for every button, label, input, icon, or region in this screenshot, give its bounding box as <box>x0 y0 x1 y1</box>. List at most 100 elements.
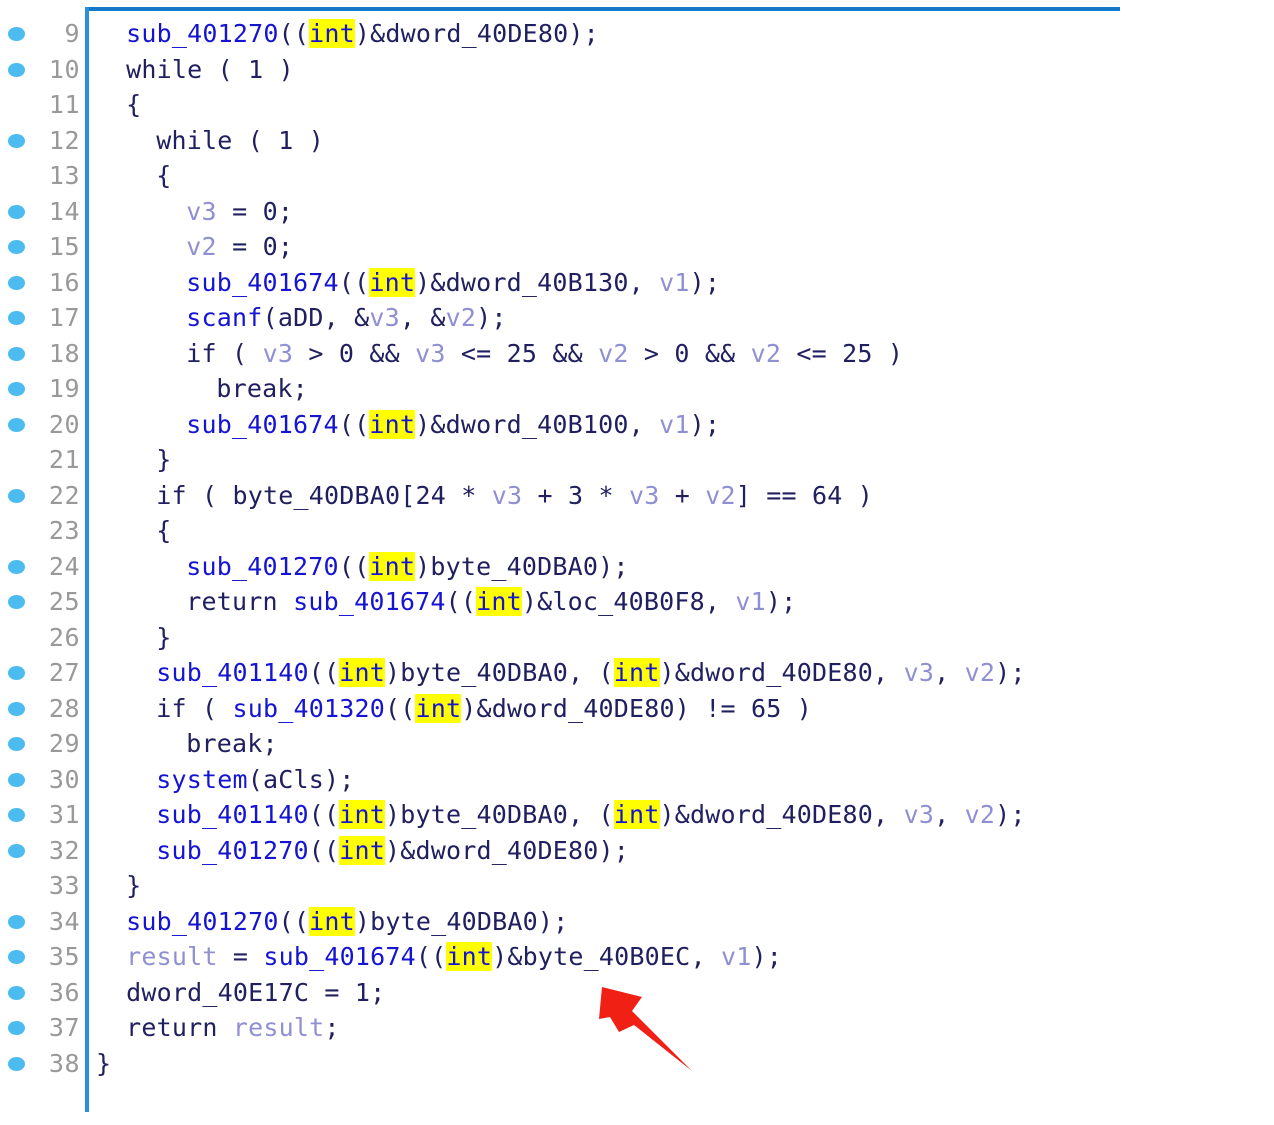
code-text[interactable]: sub_401674((int)&dword_40B100, v1); <box>96 407 720 442</box>
breakpoint-dot-icon[interactable] <box>8 808 26 823</box>
code-line[interactable]: 34 sub_401270((int)byte_40DBA0); <box>0 904 1274 940</box>
code-text[interactable]: dword_40E17C = 1; <box>96 975 385 1010</box>
code-line[interactable]: 26} <box>0 620 1274 656</box>
breakpoint-dot-icon[interactable] <box>8 240 26 255</box>
code-line[interactable]: 38} <box>0 1046 1274 1082</box>
code-line[interactable]: 33} <box>0 868 1274 904</box>
code-line[interactable]: 37 return result; <box>0 1010 1274 1046</box>
code-text[interactable]: if ( sub_401320((int)&dword_40DE80) != 6… <box>96 691 812 726</box>
breakpoint-dot-icon[interactable] <box>8 133 26 149</box>
code-text[interactable]: } <box>96 868 141 903</box>
code-text[interactable]: break; <box>96 726 278 761</box>
breakpoint-dot-icon[interactable] <box>8 1021 26 1036</box>
breakpoint-dot-icon[interactable] <box>8 737 26 752</box>
code-token-fn: sub_401674 <box>186 409 339 439</box>
code-line[interactable]: 17 scanf(aDD, &v3, &v2); <box>0 300 1274 336</box>
code-line[interactable]: 11 { <box>0 87 1274 123</box>
code-text[interactable]: { <box>96 158 171 193</box>
code-text[interactable]: sub_401270((int)&dword_40DE80); <box>96 833 629 868</box>
code-text[interactable]: sub_401140((int)byte_40DBA0, (int)&dword… <box>96 655 1026 690</box>
breakpoint-dot-icon[interactable] <box>8 169 26 184</box>
code-line[interactable]: 15 v2 = 0; <box>0 229 1274 265</box>
code-line[interactable]: 19 break; <box>0 371 1274 407</box>
breakpoint-dot-icon[interactable] <box>8 843 26 859</box>
code-line[interactable]: 14 v3 = 0; <box>0 194 1274 230</box>
code-line[interactable]: 35 result = sub_401674((int)&byte_40B0EC,… <box>0 939 1274 975</box>
breakpoint-dot-icon[interactable] <box>8 382 26 397</box>
breakpoint-dot-icon[interactable] <box>8 311 26 326</box>
breakpoint-dot-icon[interactable] <box>8 631 26 646</box>
code-line[interactable]: 29 break; <box>0 726 1274 762</box>
code-text[interactable]: sub_401140((int)byte_40DBA0, (int)&dword… <box>96 797 1026 832</box>
breakpoint-dot-icon[interactable] <box>8 1056 26 1072</box>
breakpoint-dot-icon[interactable] <box>8 453 26 468</box>
code-token-punc: <= 25 && <box>445 338 599 368</box>
code-line[interactable]: 21} <box>0 442 1274 478</box>
code-text[interactable]: sub_401674((int)&dword_40B130, v1); <box>96 265 720 300</box>
breakpoint-dot-icon[interactable] <box>8 914 26 930</box>
breakpoint-dot-icon[interactable] <box>8 204 26 220</box>
code-line[interactable]: 18 if ( v3 > 0 && v3 <= 25 && v2 > 0 && v… <box>0 336 1274 372</box>
code-text[interactable]: while ( 1 ) <box>96 52 294 87</box>
code-line[interactable]: 36 dword_40E17C = 1; <box>0 975 1274 1011</box>
code-text[interactable]: { <box>96 513 171 548</box>
code-line[interactable]: 32 sub_401270((int)&dword_40DE80); <box>0 833 1274 869</box>
code-text[interactable]: return sub_401674((int)&loc_40B0F8, v1); <box>96 584 796 619</box>
code-line[interactable]: 28 if ( sub_401320((int)&dword_40DE80) !=… <box>0 691 1274 727</box>
breakpoint-dot-icon[interactable] <box>8 98 26 113</box>
code-text[interactable]: { <box>96 87 141 122</box>
code-line[interactable]: 16 sub_401674((int)&dword_40B130, v1); <box>0 265 1274 301</box>
breakpoint-dot-icon[interactable] <box>8 346 26 362</box>
code-line[interactable]: 27 sub_401140((int)byte_40DBA0, (int)&dwo… <box>0 655 1274 691</box>
code-text[interactable]: sub_401270((int)&dword_40DE80); <box>96 16 599 51</box>
code-line[interactable]: 31 sub_401140((int)byte_40DBA0, (int)&dwo… <box>0 797 1274 833</box>
code-text[interactable]: scanf(aDD, &v3, &v2); <box>96 300 507 335</box>
code-token-punc: = 0; <box>216 196 294 226</box>
code-line[interactable]: 13 { <box>0 158 1274 194</box>
code-text[interactable]: sub_401270((int)byte_40DBA0); <box>96 904 568 939</box>
breakpoint-dot-icon[interactable] <box>8 701 26 717</box>
breakpoint-dot-glyph <box>8 488 25 503</box>
breakpoint-dot-icon[interactable] <box>8 559 26 575</box>
code-token-punc: { <box>156 516 172 545</box>
code-line[interactable]: 30 system(aCls); <box>0 762 1274 798</box>
breakpoint-dot-icon[interactable] <box>8 772 26 788</box>
breakpoint-dot-icon[interactable] <box>8 488 26 504</box>
code-text[interactable]: } <box>96 442 171 477</box>
code-line[interactable]: 12 while ( 1 ) <box>0 123 1274 159</box>
code-line[interactable]: 23 { <box>0 513 1274 549</box>
breakpoint-dot-glyph <box>8 1056 25 1071</box>
code-text[interactable]: while ( 1 ) <box>96 123 324 158</box>
code-text[interactable]: if ( v3 > 0 && v3 <= 25 && v2 > 0 && v2 … <box>96 336 903 371</box>
breakpoint-dot-icon[interactable] <box>8 879 26 894</box>
code-text[interactable]: } <box>96 620 171 655</box>
code-token-fn: sub_401674 <box>186 267 339 297</box>
code-text[interactable]: return result; <box>96 1010 340 1045</box>
breakpoint-dot-icon[interactable] <box>8 950 26 965</box>
breakpoint-dot-icon[interactable] <box>8 666 26 681</box>
code-text[interactable]: sub_401270((int)byte_40DBA0); <box>96 549 629 584</box>
breakpoint-dot-glyph <box>8 737 25 751</box>
code-text[interactable]: if ( byte_40DBA0[24 * v3 + 3 * v3 + v2] … <box>96 478 873 513</box>
code-text[interactable]: v3 = 0; <box>96 194 293 229</box>
code-text[interactable]: system(aCls); <box>96 762 354 797</box>
code-text[interactable]: v2 = 0; <box>96 229 293 264</box>
breakpoint-dot-icon[interactable] <box>8 417 26 433</box>
breakpoint-dot-icon[interactable] <box>8 27 26 42</box>
code-text[interactable]: result = sub_401674((int)&byte_40B0EC, v… <box>96 939 782 974</box>
line-number: 11 <box>48 90 80 119</box>
breakpoint-dot-icon[interactable] <box>8 275 26 291</box>
code-line[interactable]: 10 while ( 1 ) <box>0 52 1274 88</box>
code-text[interactable]: } <box>96 1046 111 1081</box>
breakpoint-dot-icon[interactable] <box>8 595 26 610</box>
code-line[interactable]: 20 sub_401674((int)&dword_40B100, v1); <box>0 407 1274 443</box>
breakpoint-dot-icon[interactable] <box>8 985 26 1001</box>
breakpoint-dot-icon[interactable] <box>8 62 26 78</box>
code-line[interactable]: 9 sub_401270((int)&dword_40DE80); <box>0 16 1274 52</box>
breakpoint-dot-icon[interactable] <box>8 524 26 539</box>
code-token-var: v3 <box>491 480 523 510</box>
code-line[interactable]: 22 if ( byte_40DBA0[24 * v3 + 3 * v3 + v2… <box>0 478 1274 514</box>
code-text[interactable]: break; <box>96 371 308 406</box>
code-line[interactable]: 25 return sub_401674((int)&loc_40B0F8, v1… <box>0 584 1274 620</box>
code-line[interactable]: 24 sub_401270((int)byte_40DBA0); <box>0 549 1274 585</box>
